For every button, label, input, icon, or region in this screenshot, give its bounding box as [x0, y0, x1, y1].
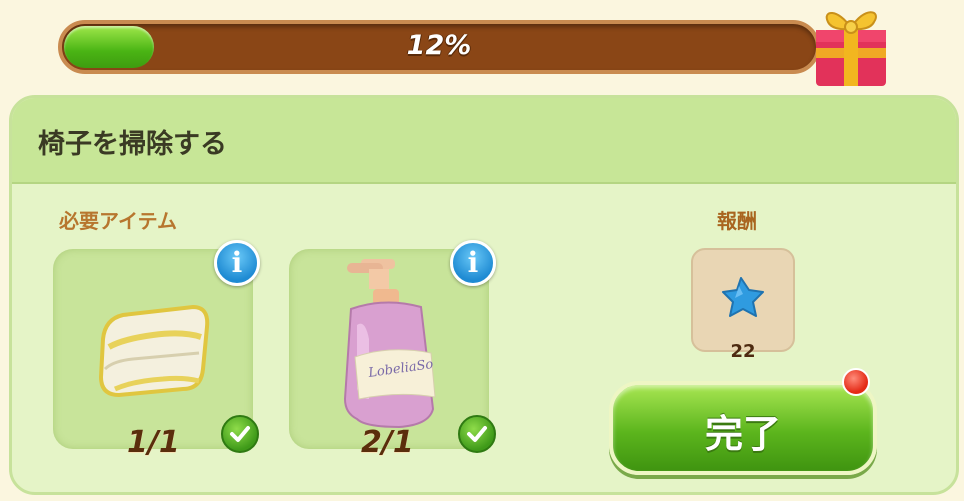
complete-button[interactable]: 完了 — [609, 381, 877, 475]
task-title: 椅子を掃除する — [38, 129, 227, 160]
towel-count: 1/1 — [127, 425, 180, 460]
towel-check-icon — [221, 415, 259, 453]
progress-label: 12% — [406, 30, 472, 61]
progress-bar: 12% — [58, 20, 820, 74]
complete-button-label: 完了 — [704, 412, 781, 456]
blue-star-icon — [722, 277, 764, 317]
soap-info-button[interactable]: i — [450, 240, 496, 286]
required-items-label: 必要アイテム — [59, 209, 177, 233]
notification-dot — [842, 368, 870, 396]
task-header: 椅子を掃除する — [12, 98, 956, 184]
reward-count: 22 — [730, 341, 756, 362]
soap-count: 2/1 — [361, 425, 414, 460]
task-panel: 椅子を掃除する 必要アイテム 報酬 i 1/1 LobeliaSo i 2/1 — [9, 95, 959, 495]
gift-box-icon[interactable] — [808, 0, 892, 92]
towel-info-button[interactable]: i — [214, 240, 260, 286]
reward-label: 報酬 — [717, 209, 757, 233]
reward-card[interactable] — [691, 248, 795, 352]
soap-check-icon — [458, 415, 496, 453]
